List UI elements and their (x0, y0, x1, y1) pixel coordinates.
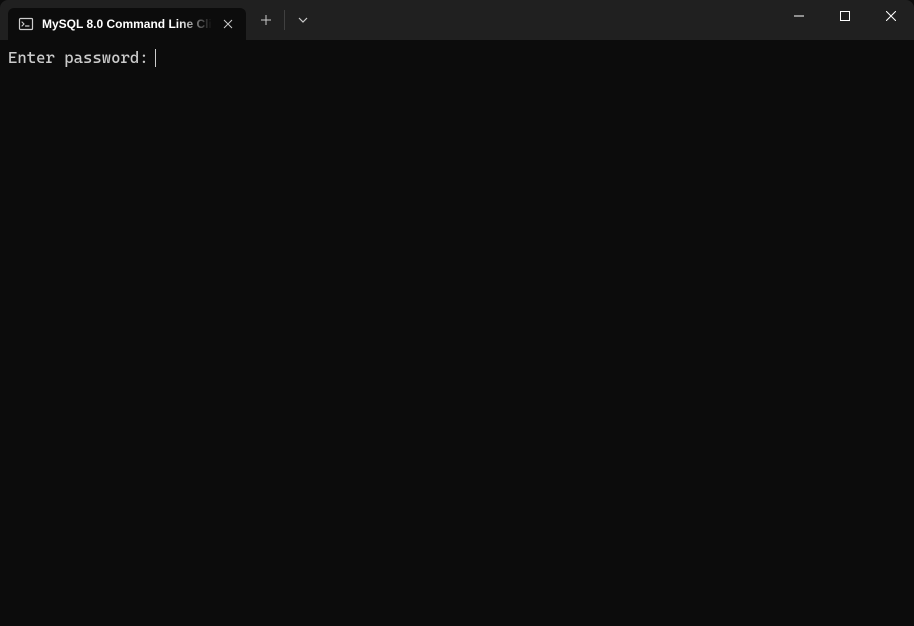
tab-title: MySQL 8.0 Command Line Cli (42, 17, 212, 31)
prompt-text: Enter password: (8, 48, 149, 67)
prompt-line: Enter password: (8, 48, 156, 67)
tab-close-button[interactable] (218, 14, 238, 34)
window-controls (776, 0, 914, 32)
maximize-button[interactable] (822, 0, 868, 32)
tab-dropdown-button[interactable] (287, 4, 319, 36)
terminal-icon (18, 16, 34, 32)
tabs-area: MySQL 8.0 Command Line Cli (0, 0, 246, 40)
tab-actions (246, 0, 319, 40)
titlebar-drag-area[interactable] (319, 0, 776, 40)
divider (284, 10, 285, 30)
new-tab-button[interactable] (250, 4, 282, 36)
terminal-body[interactable]: Enter password: (0, 40, 914, 626)
minimize-button[interactable] (776, 0, 822, 32)
text-cursor (155, 49, 156, 67)
close-button[interactable] (868, 0, 914, 32)
tab-mysql-cli[interactable]: MySQL 8.0 Command Line Cli (8, 8, 246, 40)
titlebar: MySQL 8.0 Command Line Cli (0, 0, 914, 40)
